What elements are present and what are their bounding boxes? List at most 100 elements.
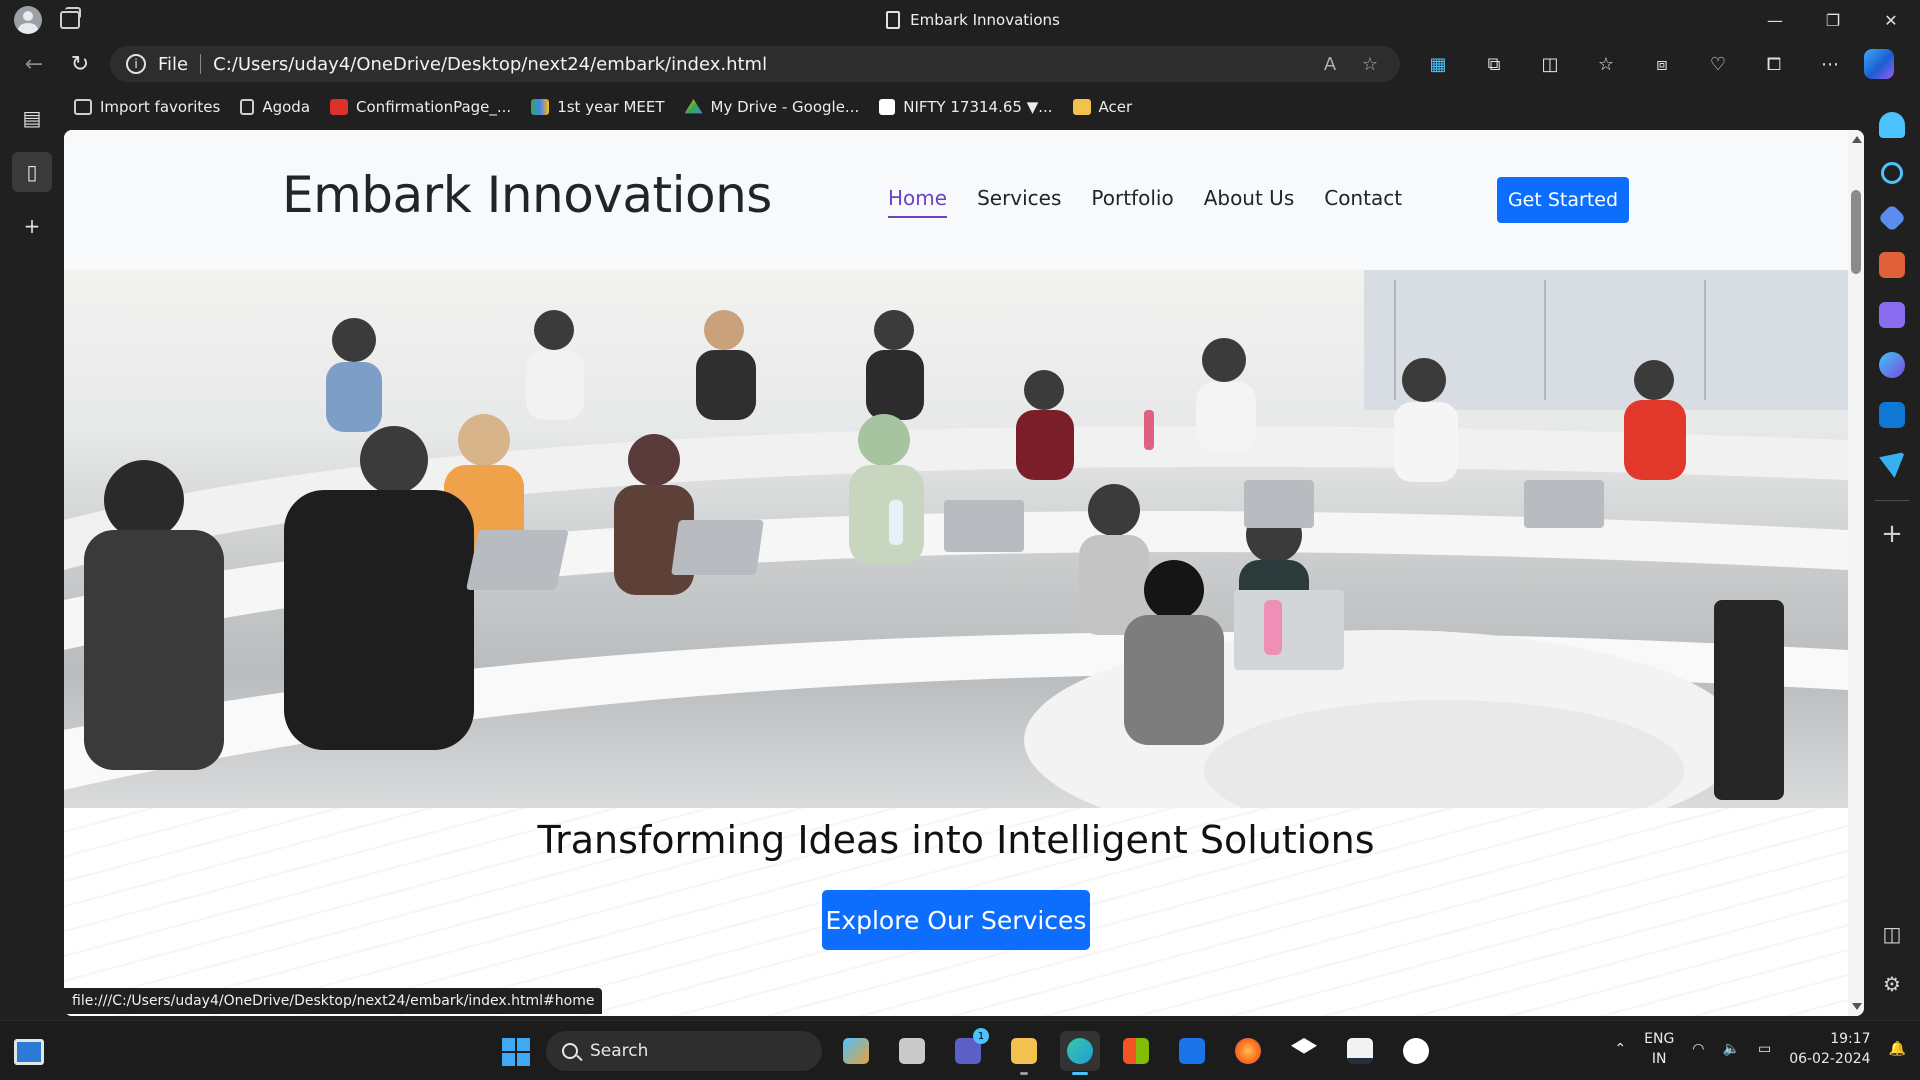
- widgets-icon[interactable]: [14, 1039, 44, 1065]
- split-screen-icon[interactable]: ◫: [1522, 54, 1578, 75]
- firefox-app[interactable]: [1228, 1031, 1268, 1071]
- folder-icon: [1072, 99, 1091, 115]
- page-scrollbar[interactable]: [1848, 130, 1864, 1016]
- language-indicator[interactable]: ENG IN: [1644, 1029, 1674, 1069]
- games-icon[interactable]: [1879, 302, 1905, 328]
- messenger-app[interactable]: [1396, 1031, 1436, 1071]
- tab-actions-icon[interactable]: [60, 7, 81, 29]
- amazon-app[interactable]: [1340, 1031, 1380, 1071]
- hero-caption-section: Transforming Ideas into Intelligent Solu…: [64, 808, 1848, 1016]
- copilot-pre-app[interactable]: [836, 1031, 876, 1071]
- favorite-nifty[interactable]: NIFTY 17314.65 ▼...: [869, 92, 1062, 122]
- favorite-drive[interactable]: My Drive - Google...: [675, 92, 870, 122]
- brand-logo[interactable]: Embark Innovations: [282, 166, 772, 224]
- close-button[interactable]: ✕: [1862, 0, 1920, 40]
- start-button-icon[interactable]: [502, 1038, 530, 1066]
- scroll-thumb[interactable]: [1851, 190, 1861, 274]
- extensions-puzzle-icon[interactable]: ⧉: [1466, 54, 1522, 75]
- refresh-button[interactable]: ↻: [58, 46, 102, 82]
- store-icon: [1123, 1038, 1149, 1064]
- search-icon[interactable]: [1881, 162, 1903, 184]
- back-button[interactable]: ←: [12, 46, 56, 82]
- favorite-import[interactable]: Import favorites: [64, 92, 230, 122]
- hide-sidebar-icon[interactable]: ◫: [1883, 922, 1902, 946]
- vertical-tab-strip: ▤ ▯ +: [0, 88, 64, 1016]
- nav-contact[interactable]: Contact: [1324, 186, 1402, 218]
- drop-icon[interactable]: [1879, 452, 1905, 478]
- clock[interactable]: 19:17 06-02-2024: [1789, 1029, 1870, 1069]
- mail-app[interactable]: [1172, 1031, 1212, 1071]
- dropbox-app[interactable]: [1284, 1031, 1324, 1071]
- tab-panel-icon[interactable]: ▤: [12, 98, 52, 138]
- nav-about-us[interactable]: About Us: [1204, 186, 1295, 218]
- tradingview-icon: [879, 99, 896, 115]
- favorite-acer[interactable]: Acer: [1063, 92, 1143, 122]
- nav-services[interactable]: Services: [977, 186, 1061, 218]
- explore-services-button[interactable]: Explore Our Services: [822, 890, 1090, 950]
- nav-portfolio[interactable]: Portfolio: [1091, 186, 1173, 218]
- favorite-meet[interactable]: 1st year MEET: [521, 92, 674, 122]
- add-sidebar-app-icon[interactable]: +: [1881, 519, 1903, 549]
- meet-icon: [531, 99, 550, 115]
- hero-image: [64, 270, 1848, 808]
- firefox-icon: [1235, 1038, 1261, 1064]
- microsoft-365-icon[interactable]: [1879, 352, 1905, 378]
- page-icon: [240, 99, 255, 115]
- file-explorer-app[interactable]: [1004, 1031, 1044, 1075]
- hero-tagline: Transforming Ideas into Intelligent Solu…: [537, 818, 1375, 862]
- read-aloud-icon[interactable]: A: [1316, 54, 1344, 75]
- messenger-icon: [1403, 1038, 1429, 1064]
- shopping-tag-icon[interactable]: [1877, 203, 1907, 233]
- search-icon: [562, 1043, 578, 1059]
- edge-sidebar: + ◫ ⚙: [1864, 88, 1920, 1016]
- favorite-agoda[interactable]: Agoda: [230, 92, 320, 122]
- edge-app[interactable]: [1060, 1031, 1100, 1075]
- window-title-text: Embark Innovations: [910, 11, 1060, 29]
- volume-icon[interactable]: 🔈: [1723, 1041, 1740, 1057]
- collections-icon[interactable]: ⧈: [1634, 54, 1690, 75]
- edge-icon: [1067, 1038, 1093, 1064]
- window-title: Embark Innovations: [200, 11, 1746, 29]
- info-icon[interactable]: i: [126, 54, 146, 74]
- share-icon[interactable]: ⧠: [1746, 54, 1802, 75]
- favorite-confirmation[interactable]: ConfirmationPage_...: [320, 92, 521, 122]
- outlook-icon[interactable]: [1879, 402, 1905, 428]
- copilot-pre-icon: [843, 1038, 869, 1064]
- new-tab-plus-icon[interactable]: +: [12, 206, 52, 246]
- link-status-bar: file:///C:/Users/uday4/OneDrive/Desktop/…: [64, 988, 603, 1014]
- url-text[interactable]: C:/Users/uday4/OneDrive/Desktop/next24/e…: [213, 54, 767, 75]
- web-content: Embark Innovations Home Services Portfol…: [64, 130, 1864, 1016]
- scroll-down-arrow-icon[interactable]: [1852, 1003, 1862, 1010]
- restore-button[interactable]: ❐: [1804, 0, 1862, 40]
- nav-home[interactable]: Home: [888, 186, 948, 218]
- title-bar: Embark Innovations — ❐ ✕: [0, 0, 1920, 40]
- copilot-icon[interactable]: [1864, 49, 1894, 79]
- mail-icon: [1179, 1038, 1205, 1064]
- pdf-icon: [330, 99, 349, 115]
- minimize-button[interactable]: —: [1746, 0, 1804, 40]
- navigation-toolbar: ← ↻ i File C:/Users/uday4/OneDrive/Deskt…: [0, 40, 1920, 88]
- scroll-up-arrow-icon[interactable]: [1852, 136, 1862, 143]
- more-menu-icon[interactable]: ⋯: [1802, 54, 1858, 75]
- task-view-app[interactable]: [892, 1031, 932, 1071]
- import-icon: [74, 99, 92, 115]
- tools-icon[interactable]: [1879, 252, 1905, 278]
- microsoft-store-app[interactable]: [1116, 1031, 1156, 1071]
- site-nav: Home Services Portfolio About Us Contact: [888, 186, 1402, 218]
- browser-essentials-icon[interactable]: ♡: [1690, 54, 1746, 75]
- chevron-up-icon[interactable]: ⌃: [1614, 1041, 1626, 1057]
- wifi-icon[interactable]: ◠: [1692, 1041, 1704, 1057]
- settings-gear-icon[interactable]: ⚙: [1883, 972, 1901, 996]
- address-bar[interactable]: i File C:/Users/uday4/OneDrive/Desktop/n…: [110, 46, 1400, 82]
- notification-bell-icon[interactable]: 🔔: [1889, 1041, 1906, 1057]
- favorites-icon[interactable]: ☆: [1578, 54, 1634, 75]
- teams-app[interactable]: 1: [948, 1028, 989, 1071]
- extension-icon[interactable]: ▦: [1410, 54, 1466, 75]
- favorite-star-icon[interactable]: ☆: [1356, 54, 1384, 75]
- profile-avatar[interactable]: [14, 6, 42, 34]
- active-tab-icon[interactable]: ▯: [12, 152, 52, 192]
- taskbar-search[interactable]: Search: [546, 1031, 822, 1071]
- battery-icon[interactable]: ▭: [1758, 1041, 1771, 1057]
- get-started-button[interactable]: Get Started: [1497, 177, 1629, 223]
- bell-icon[interactable]: [1879, 112, 1905, 138]
